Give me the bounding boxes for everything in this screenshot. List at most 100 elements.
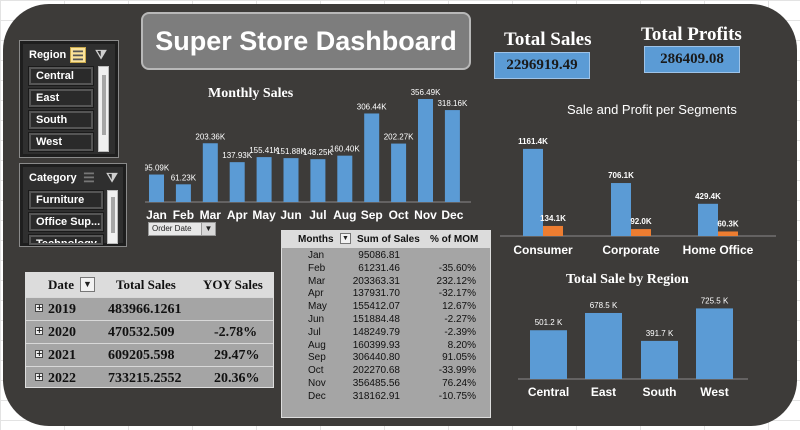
order-date-filter-button[interactable]: Order Date ▼ (148, 222, 216, 236)
date-filter-icon[interactable]: ▼ (80, 277, 95, 292)
segment-data-label: 1161.4K (518, 137, 548, 146)
mom-table-row[interactable]: Dec 318162.91 -10.75% (282, 391, 490, 404)
order-date-label: Order Date (152, 224, 192, 233)
monthly-bar-jan (149, 174, 164, 202)
expand-icon[interactable]: + (35, 350, 43, 358)
expand-icon[interactable]: + (35, 373, 43, 381)
mom-table-row[interactable]: Feb 61231.46 -35.60% (282, 263, 490, 276)
monthly-tick-label: Jul (309, 208, 326, 222)
mom-month: Jan (308, 250, 325, 261)
yoy-total-sales: 470532.509 (108, 325, 175, 340)
region-data-label: 725.5 K (701, 296, 729, 305)
monthly-tick-label: Feb (173, 208, 194, 222)
monthly-tick-label: Oct (389, 208, 409, 222)
multi-select-icon[interactable]: ☰ (81, 170, 97, 186)
segment-bar (698, 203, 718, 236)
segment-bar (718, 231, 738, 236)
region-slicer-title: Region (29, 49, 67, 61)
mom-table-row[interactable]: May 155412.07 12.67% (282, 301, 490, 314)
yoy-table-row[interactable]: +2022 733215.2552 20.36% (26, 366, 273, 389)
mom-sales: 202270.68 (352, 365, 400, 377)
mom-table-row[interactable]: Apr 137931.70 -32.17% (282, 288, 490, 301)
mom-percent: -35.60% (438, 262, 476, 274)
total-sales-value: 2296919.49 (494, 52, 590, 79)
monthly-bar-jul (310, 159, 326, 202)
region-data-label: 678.5 K (590, 301, 618, 310)
monthly-data-label: 160.40K (330, 145, 360, 154)
segment-tick-label: Consumer (513, 243, 573, 257)
mom-sales: 155412.07 (352, 301, 400, 313)
mom-table-row[interactable]: Oct 202270.68 -33.99% (282, 365, 490, 378)
yoy-percent: 29.47% (214, 348, 260, 363)
segment-data-label: 429.4K (695, 192, 721, 201)
multi-select-icon[interactable]: ☰ (70, 47, 86, 63)
region-tick-label: Central (528, 385, 569, 399)
yoy-year: 2019 (48, 302, 76, 317)
mom-table-row[interactable]: Jun 151884.48 -2.27% (282, 314, 490, 327)
monthly-tick-label: May (252, 208, 276, 222)
yoy-total-sales: 483966.1261 (108, 302, 182, 317)
monthly-bar-mar (202, 143, 218, 202)
mom-month: Sep (308, 352, 326, 364)
region-data-label: 501.2 K (535, 318, 563, 327)
segment-data-label: 134.1K (540, 214, 566, 223)
mom-sales: 356485.56 (352, 378, 400, 389)
mom-table-row[interactable]: Sep 306440.80 91.05% (282, 352, 490, 365)
category-item-technology[interactable]: Technology (28, 234, 104, 246)
mom-percent: 232.12% (436, 275, 476, 287)
mom-table-row[interactable]: Mar 203363.31 232.12% (282, 276, 490, 289)
category-item-office-supplies[interactable]: Office Sup... (28, 212, 104, 232)
region-slicer: Region ☰ ⧩ Central East South West (19, 40, 119, 158)
region-bar-east (585, 312, 622, 379)
mom-table-row[interactable]: Nov 356485.56 76.24% (282, 378, 490, 391)
monthly-data-label: 95.09K (145, 164, 170, 173)
region-bar-west (696, 308, 733, 379)
mom-sales: 203363.31 (352, 275, 400, 287)
yoy-year: 2020 (48, 325, 76, 340)
mom-table-header: Months ▼ Sum of Sales % of MOM (282, 231, 490, 248)
clear-filter-icon[interactable]: ⧩ (104, 170, 120, 186)
mom-table-row[interactable]: Aug 160399.93 8.20% (282, 340, 490, 353)
yoy-table-row[interactable]: +2021 609205.598 29.47% (26, 343, 273, 366)
clear-filter-icon[interactable]: ⧩ (93, 47, 109, 63)
expand-icon[interactable]: + (35, 304, 43, 312)
monthly-bar-apr (229, 162, 245, 202)
yoy-total-sales: 733215.2552 (108, 371, 182, 386)
monthly-data-label: 137.93K (222, 151, 252, 160)
monthly-data-label: 148.25K (303, 148, 333, 157)
monthly-tick-label: Sep (361, 208, 383, 222)
monthly-data-label: 203.36K (195, 132, 225, 141)
region-slicer-header: Region ☰ ⧩ (27, 46, 111, 64)
mom-percent: -2.27% (444, 314, 476, 325)
mom-sales: 318162.91 (352, 390, 400, 402)
region-item-west[interactable]: West (28, 132, 94, 152)
monthly-tick-label: Jan (146, 208, 167, 222)
category-slicer-scrollbar[interactable] (107, 190, 118, 244)
monthly-data-label: 151.88K (276, 147, 306, 156)
mom-sales: 151884.48 (352, 314, 400, 325)
yoy-table-row[interactable]: +2019 483966.1261 (26, 297, 273, 320)
mom-table-row[interactable]: Jul 148249.79 -2.39% (282, 327, 490, 340)
monthly-bar-dec (444, 110, 460, 202)
months-filter-icon[interactable]: ▼ (340, 233, 351, 244)
mom-month: May (308, 301, 327, 313)
segment-bar (543, 225, 563, 236)
region-bar-central (530, 330, 567, 379)
mom-percent: -33.99% (438, 365, 476, 377)
region-item-east[interactable]: East (28, 88, 94, 108)
region-slicer-scrollbar[interactable] (98, 66, 109, 152)
mom-percent: 12.67% (442, 301, 476, 313)
expand-icon[interactable]: + (35, 327, 43, 335)
region-item-south[interactable]: South (28, 110, 94, 130)
category-item-furniture[interactable]: Furniture (28, 190, 104, 210)
monthly-tick-label: Apr (227, 208, 248, 222)
region-tick-label: East (591, 385, 616, 399)
monthly-data-label: 155.41K (249, 146, 279, 155)
region-item-central[interactable]: Central (28, 66, 94, 86)
yoy-table-row[interactable]: +2020 470532.509 -2.78% (26, 320, 273, 343)
mom-table-row[interactable]: Jan 95086.81 (282, 250, 490, 263)
mom-percent: -32.17% (438, 288, 476, 300)
yoy-header-date: Date (48, 277, 74, 292)
mom-month: Oct (308, 365, 324, 377)
monthly-bar-jun (283, 158, 299, 202)
